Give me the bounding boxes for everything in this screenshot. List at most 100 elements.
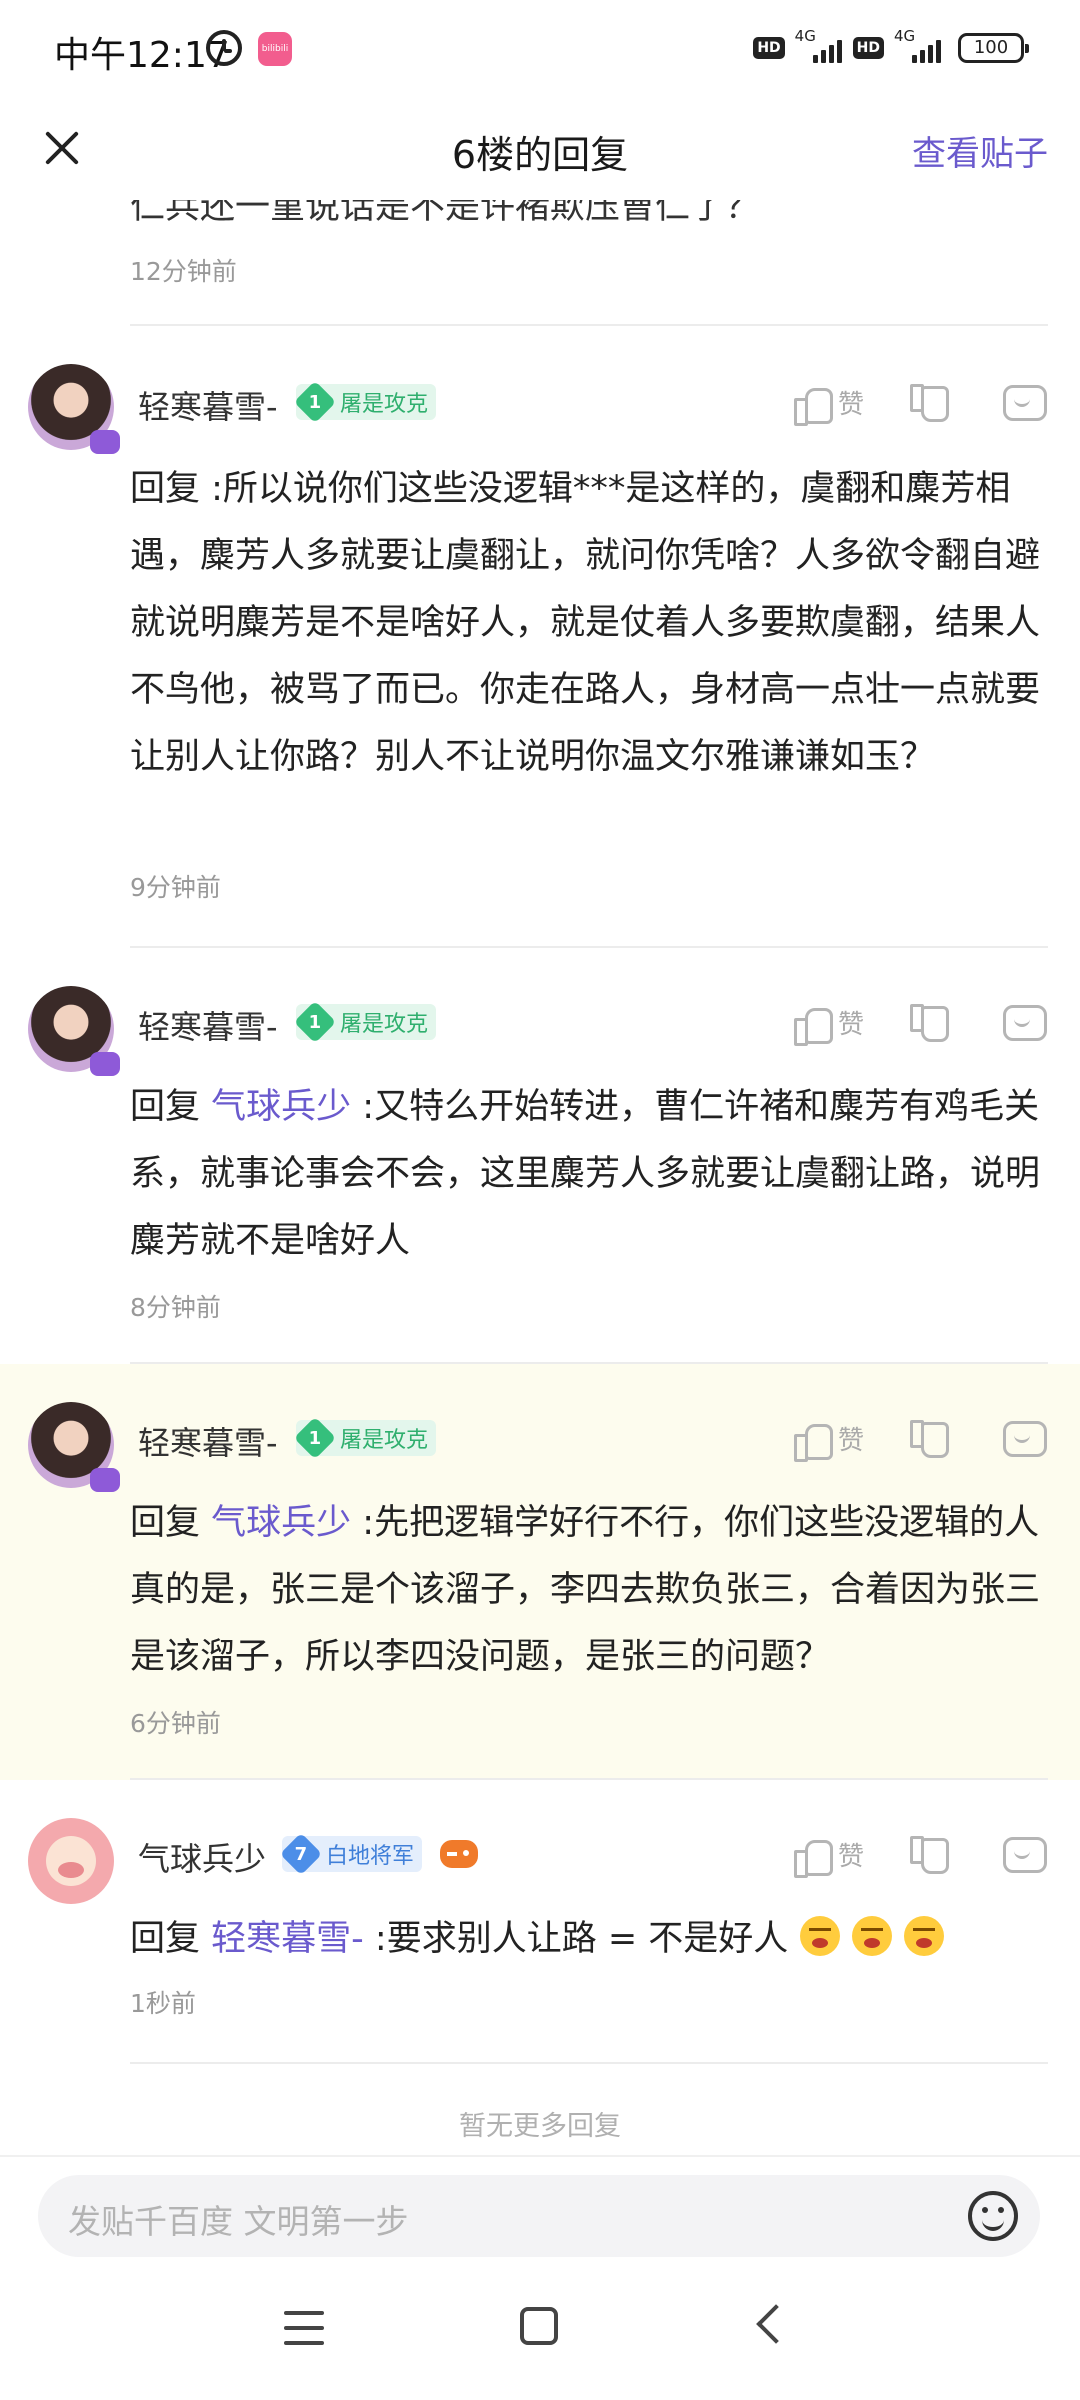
like-label: 赞 <box>837 389 864 420</box>
signal-icon-2: 4G <box>890 27 946 67</box>
reply-prefix: 回复 <box>130 1503 201 1543</box>
bilibili-app-icon: bilibili <box>258 32 292 66</box>
thumbs-down-icon <box>908 1002 949 1042</box>
divider <box>130 2062 1048 2064</box>
comment-icon <box>1002 1418 1047 1458</box>
level-badge: 1 屠是攻克 <box>293 1416 437 1460</box>
mention-link[interactable]: 气球兵少 <box>211 1503 351 1543</box>
level-icon: 1 <box>293 380 337 424</box>
like-button[interactable]: 赞 <box>792 1002 864 1046</box>
alarm-icon <box>206 30 242 66</box>
comment-icon <box>1002 382 1047 422</box>
reply-text: 回复 气球兵少 :又特么开始转进，曹仁许褚和麋芳有鸡毛关系，就事论事会不会，这里… <box>130 1074 1050 1275</box>
reply-prefix: 回复 <box>130 1919 201 1959</box>
gamepad-icon <box>440 1840 478 1868</box>
timestamp: 12分钟前 <box>130 257 237 286</box>
reply-input-bar: 发贴千百度 文明第一步 <box>0 2155 1080 2265</box>
dislike-button[interactable] <box>908 1834 949 1874</box>
like-button[interactable]: 赞 <box>792 1418 864 1462</box>
reply-actions: 赞 <box>792 1000 1047 1046</box>
level-badge: 1 屠是攻克 <box>293 1000 437 1044</box>
username[interactable]: 轻寒暮雪- <box>138 1002 278 1048</box>
comment-button[interactable] <box>1002 1834 1047 1874</box>
thumbs-up-icon <box>792 1002 833 1046</box>
status-indicators: HD 4G HD 4G 100 <box>753 27 1029 68</box>
reply-item-highlighted: 轻寒暮雪- 1 屠是攻克 赞 回复 气球兵少 :先把逻辑学好行不行，你们这些没逻… <box>0 1364 1080 1780</box>
like-label: 赞 <box>837 1009 864 1040</box>
level-icon: 7 <box>279 1832 323 1876</box>
reply-input[interactable]: 发贴千百度 文明第一步 <box>38 2175 1040 2257</box>
dislike-button[interactable] <box>908 382 949 422</box>
mention-link[interactable]: 气球兵少 <box>211 1087 351 1127</box>
back-icon[interactable] <box>756 2304 796 2344</box>
avatar[interactable] <box>28 1818 114 1904</box>
thumbs-up-icon <box>792 382 833 426</box>
username[interactable]: 轻寒暮雪- <box>138 382 278 428</box>
level-badge: 1 屠是攻克 <box>293 380 437 424</box>
like-label: 赞 <box>837 1425 864 1456</box>
menu-icon[interactable] <box>284 2311 324 2345</box>
level-icon: 1 <box>293 1000 337 1044</box>
thumbs-up-icon <box>792 1418 833 1462</box>
thumbs-down-icon <box>908 1418 949 1458</box>
badge-title: 屠是攻克 <box>340 1012 429 1037</box>
badge-title: 屠是攻克 <box>340 1428 429 1453</box>
reply-item: 气球兵少 7 白地将军 赞 回复 轻寒暮雪- :要求别人让路 = 不是好人 1秒… <box>0 1780 1080 2060</box>
input-placeholder: 发贴千百度 文明第一步 <box>68 2202 409 2241</box>
like-button[interactable]: 赞 <box>792 1834 864 1878</box>
reply-text: 仁兵还一堇说话是不是许褚欺压曹仁了？ <box>130 200 761 227</box>
emoji-icon[interactable] <box>968 2191 1018 2241</box>
reply-actions: 赞 <box>792 1832 1047 1878</box>
avatar[interactable] <box>28 1402 120 1492</box>
emoji-icon <box>904 1916 945 1956</box>
dislike-button[interactable] <box>908 1002 949 1042</box>
comment-button[interactable] <box>1002 1418 1047 1458</box>
level-icon: 1 <box>293 1416 337 1460</box>
like-button[interactable]: 赞 <box>792 382 864 426</box>
reply-actions: 赞 <box>792 380 1047 426</box>
thumbs-down-icon <box>908 382 949 422</box>
no-more-replies: 暂无更多回复 <box>459 2111 621 2142</box>
reply-list[interactable]: 仁兵还一堇说话是不是许褚欺压曹仁了？ 12分钟前 轻寒暮雪- 1 屠是攻克 赞 … <box>0 200 1080 2155</box>
reply-prefix: 回复 <box>130 1087 201 1127</box>
status-bar: 中午12:17 bilibili HD 4G HD 4G 100 <box>0 0 1080 100</box>
timestamp: 9分钟前 <box>130 873 221 902</box>
dislike-button[interactable] <box>908 1418 949 1458</box>
level-number: 1 <box>308 1011 322 1033</box>
comment-button[interactable] <box>1002 382 1047 422</box>
reply-item: 轻寒暮雪- 1 屠是攻克 赞 回复 :所以说你们这些没逻辑***是这样的，虞翻和… <box>0 326 1080 946</box>
reply-actions: 赞 <box>792 1416 1047 1462</box>
avatar[interactable] <box>28 364 120 454</box>
clock: 中午12:17 <box>54 35 230 76</box>
reply-content: :要求别人让路 = 不是好人 <box>363 1919 789 1959</box>
level-number: 7 <box>294 1843 308 1865</box>
view-post-link[interactable]: 查看贴子 <box>912 126 1048 175</box>
hd-indicator: HD <box>753 37 785 59</box>
reply-item: 轻寒暮雪- 1 屠是攻克 赞 回复 气球兵少 :又特么开始转进，曹仁许褚和麋芳有… <box>0 948 1080 1364</box>
username[interactable]: 轻寒暮雪- <box>138 1418 278 1464</box>
comment-icon <box>1002 1002 1047 1042</box>
top-bar: 6楼的回复 查看贴子 <box>0 100 1080 200</box>
avatar[interactable] <box>28 986 120 1076</box>
comment-icon <box>1002 1834 1047 1874</box>
home-icon[interactable] <box>520 2307 558 2345</box>
level-number: 1 <box>308 391 322 413</box>
reply-prefix: 回复 <box>130 469 201 509</box>
emoji-icon <box>852 1916 893 1956</box>
thumbs-up-icon <box>792 1834 833 1878</box>
comment-button[interactable] <box>1002 1002 1047 1042</box>
badge-title: 白地将军 <box>326 1844 415 1869</box>
badge-title: 屠是攻克 <box>340 392 429 417</box>
level-number: 1 <box>308 1427 322 1449</box>
mention-link[interactable]: 轻寒暮雪- <box>211 1919 364 1959</box>
hd-indicator-2: HD <box>852 37 884 59</box>
level-badge: 7 白地将军 <box>279 1832 423 1876</box>
reply-content: :所以说你们这些没逻辑***是这样的，虞翻和麋芳相遇，麋芳人多就要让虞翻让，就问… <box>130 469 1041 777</box>
timestamp: 1秒前 <box>130 1989 196 2018</box>
timestamp: 6分钟前 <box>130 1709 221 1738</box>
timestamp: 8分钟前 <box>130 1293 221 1322</box>
reply-text: 回复 轻寒暮雪- :要求别人让路 = 不是好人 <box>130 1906 1050 1973</box>
battery-icon: 100 <box>958 33 1029 63</box>
reply-text: 回复 气球兵少 :先把逻辑学好行不行，你们这些没逻辑的人真的是，张三是个该溜子，… <box>130 1490 1050 1691</box>
username[interactable]: 气球兵少 <box>138 1834 266 1880</box>
